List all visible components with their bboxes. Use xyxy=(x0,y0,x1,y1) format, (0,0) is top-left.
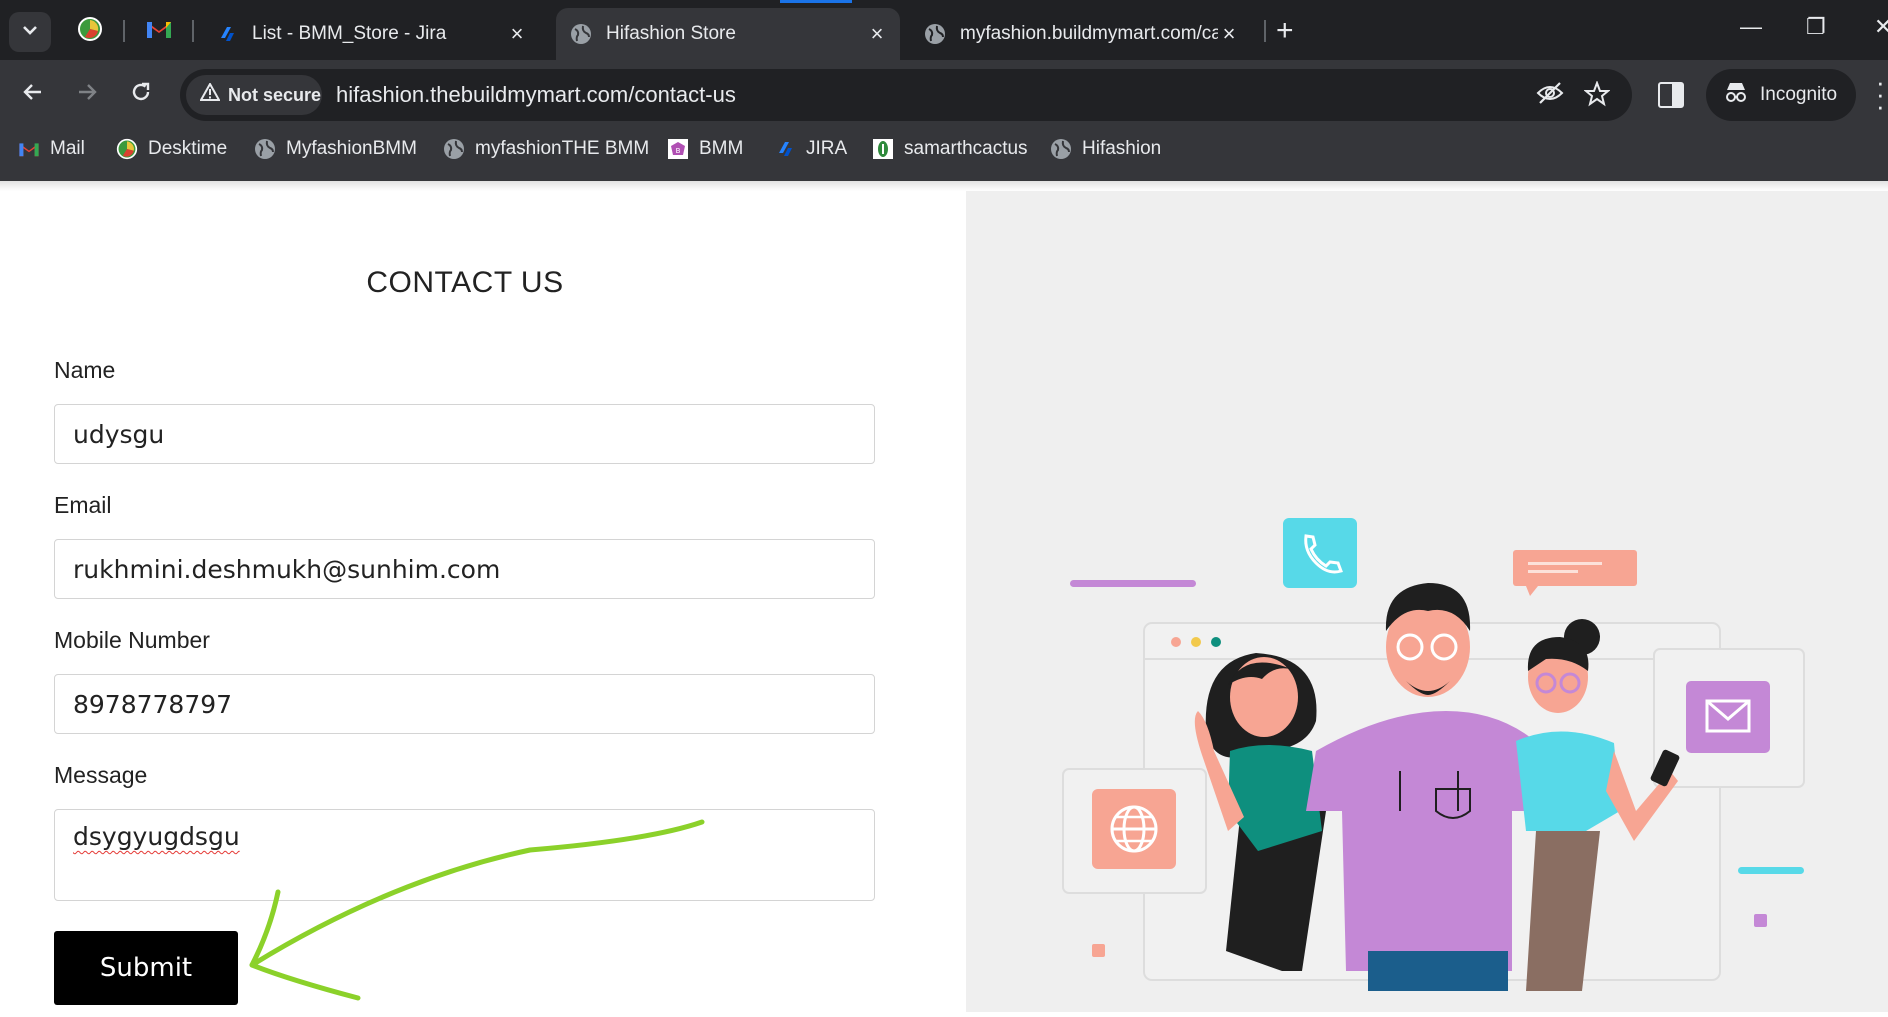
minimize-window-icon[interactable]: — xyxy=(1740,14,1762,40)
bookmark-jira[interactable]: JIRA xyxy=(774,138,847,160)
bookmark-mail[interactable]: Mail xyxy=(18,138,85,160)
security-chip[interactable]: Not secure xyxy=(186,75,322,115)
arrow-left-icon xyxy=(23,84,41,100)
incognito-icon xyxy=(1724,81,1748,109)
bookmark-hifashion[interactable]: Hifashion xyxy=(1050,138,1161,160)
bookmark-myfashionthebmm[interactable]: myfashionTHE BMM xyxy=(443,138,649,160)
jira-icon xyxy=(774,138,796,160)
reload-icon xyxy=(132,82,150,101)
close-tab-icon[interactable]: × xyxy=(506,23,528,45)
tab-jira-list[interactable]: List - BMM_Store - Jira × xyxy=(206,8,538,60)
side-panel-button[interactable] xyxy=(1658,82,1684,108)
tab-separator xyxy=(192,20,194,42)
page-header-shadow xyxy=(0,181,1888,191)
tab-myfashion[interactable]: myfashion.buildmymart.com/ca × xyxy=(914,8,1250,60)
globe-icon xyxy=(254,138,276,160)
star-icon[interactable] xyxy=(1583,80,1611,114)
bookmark-label: samarthcactus xyxy=(904,138,1028,159)
page-title: CONTACT US xyxy=(366,266,564,299)
message-text: dsygyugdsgu xyxy=(73,822,240,851)
desktime-icon xyxy=(77,16,103,47)
close-tab-icon[interactable]: × xyxy=(1218,23,1240,45)
name-label: Name xyxy=(54,357,116,383)
globe-icon xyxy=(443,138,465,160)
bookmark-label: JIRA xyxy=(806,138,848,159)
url-text[interactable]: hifashion.thebuildmymart.com/contact-us xyxy=(336,82,736,108)
contact-illustration-panel xyxy=(966,191,1888,1012)
svg-text:B: B xyxy=(676,147,681,155)
incognito-label: Incognito xyxy=(1760,84,1838,105)
security-label: Not secure xyxy=(228,84,322,105)
name-input[interactable]: udysgu xyxy=(54,404,875,464)
mobile-number-input[interactable]: 8978778797 xyxy=(54,674,875,734)
forward-button[interactable] xyxy=(72,80,102,110)
email-label: Email xyxy=(54,492,112,518)
incognito-indicator[interactable]: Incognito xyxy=(1706,69,1856,121)
email-input[interactable]: rukhmini.deshmukh@sunhim.com xyxy=(54,539,875,599)
team-contact-illustration xyxy=(1062,518,1805,991)
restore-window-icon[interactable]: ❐ xyxy=(1806,14,1826,40)
bookmark-desktime[interactable]: Desktime xyxy=(116,138,227,160)
globe-icon xyxy=(570,23,592,45)
bookmark-label: Desktime xyxy=(148,138,228,159)
tab-title: Hifashion Store xyxy=(606,23,736,44)
bookmark-samarthcactus[interactable]: samarthcactus xyxy=(872,138,1028,160)
close-window-icon[interactable]: ✕ xyxy=(1874,14,1888,40)
back-button[interactable] xyxy=(18,80,48,110)
globe-icon xyxy=(924,23,946,45)
bookmark-label: Mail xyxy=(50,138,85,159)
tab-hifashion-store[interactable]: Hifashion Store × xyxy=(556,8,900,60)
bmm-icon: B xyxy=(667,138,689,160)
chevron-down-icon xyxy=(22,23,38,41)
bookmark-bmm[interactable]: B BMM xyxy=(667,138,743,160)
tab-title: myfashion.buildmymart.com/ca xyxy=(960,23,1218,44)
bookmark-label: myfashionTHE BMM xyxy=(475,138,650,159)
cactus-icon xyxy=(872,138,894,160)
eye-slash-icon[interactable] xyxy=(1536,81,1564,112)
tab-title: List - BMM_Store - Jira xyxy=(252,23,447,44)
tab-search-button[interactable] xyxy=(9,12,51,52)
message-label: Message xyxy=(54,762,148,788)
gmail-icon xyxy=(146,19,172,44)
annotation-arrow xyxy=(249,819,705,1001)
browser-menu-icon[interactable]: · · · xyxy=(1876,69,1885,119)
new-tab-button[interactable]: + xyxy=(1276,14,1294,48)
bookmark-label: Hifashion xyxy=(1082,138,1162,159)
close-tab-icon[interactable]: × xyxy=(866,23,888,45)
warning-triangle-icon xyxy=(199,81,221,107)
submit-button[interactable]: Submit xyxy=(54,931,238,1005)
bookmark-myfashionbmm[interactable]: MyfashionBMM xyxy=(254,138,417,160)
tab-separator xyxy=(1264,20,1266,42)
bookmark-label: MyfashionBMM xyxy=(286,138,417,159)
globe-icon xyxy=(1050,138,1072,160)
pinned-tab-desktime[interactable] xyxy=(75,16,105,46)
bookmark-label: BMM xyxy=(699,138,744,159)
arrow-right-icon xyxy=(79,84,97,100)
pinned-tab-gmail[interactable] xyxy=(144,16,174,46)
jira-icon xyxy=(216,23,238,45)
address-bar[interactable]: Not secure hifashion.thebuildmymart.com/… xyxy=(180,69,1632,121)
tab-separator xyxy=(123,20,125,42)
mobile-number-label: Mobile Number xyxy=(54,627,210,653)
desktime-icon xyxy=(116,138,138,160)
reload-button[interactable] xyxy=(126,80,156,110)
gmail-icon xyxy=(18,138,40,160)
loading-indicator xyxy=(780,0,852,3)
